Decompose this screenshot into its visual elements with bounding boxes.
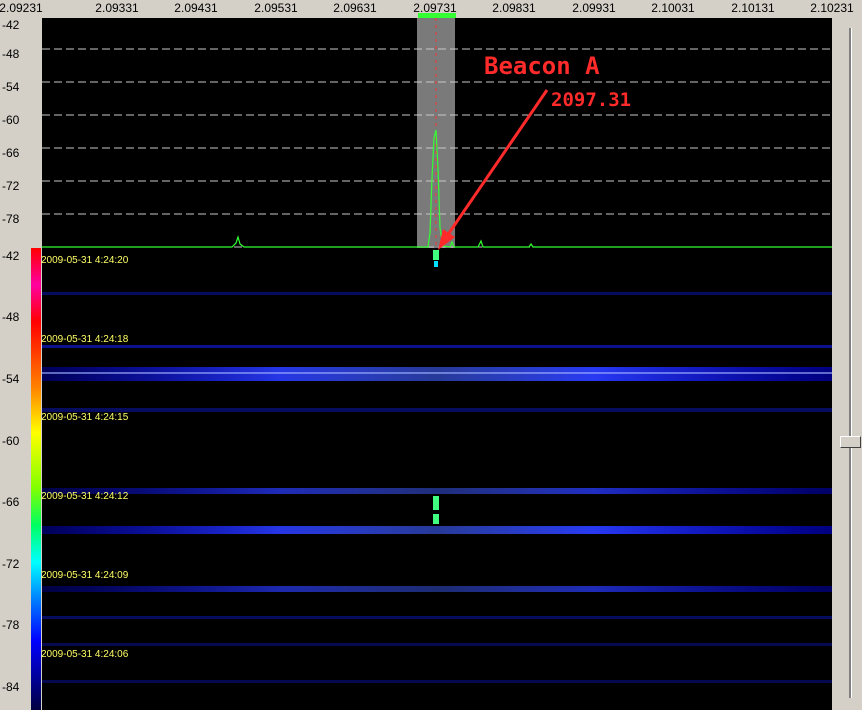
slider-thumb[interactable] — [840, 436, 861, 448]
annotation-arrow — [438, 89, 549, 250]
arrow-head — [438, 229, 455, 250]
arrow-line — [445, 89, 549, 237]
slider-track — [849, 28, 852, 698]
vertical-slider[interactable] — [837, 18, 862, 710]
